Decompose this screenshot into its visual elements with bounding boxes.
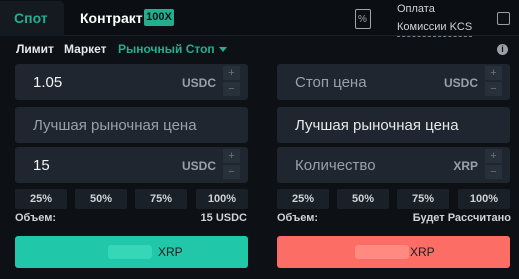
buy-button-label: XRP [158, 245, 183, 259]
sell-quantity-input[interactable]: Количество XRP + − [277, 147, 510, 183]
buy-price-input[interactable]: 1.05 USDC + − [15, 64, 248, 100]
buy-amount-input[interactable]: 15 USDC + − [15, 147, 248, 183]
sell-volume-label: Объем: [277, 212, 318, 224]
stepper-minus-button[interactable]: − [223, 82, 240, 96]
buy-price-unit: USDC [181, 76, 216, 90]
stop-price-placeholder: Стоп цена [295, 74, 367, 91]
order-type-limit[interactable]: Лимит [16, 42, 54, 56]
percent-calculator-icon[interactable]: % [355, 9, 371, 29]
kcs-fee-checkbox[interactable] [497, 12, 510, 25]
tab-contract[interactable]: Контракт [80, 10, 143, 26]
buy-amount-value: 15 [33, 157, 50, 174]
sell-market-price-text: Лучшая рыночная цена [295, 117, 459, 134]
buy-volume-value: 15 USDC [200, 212, 247, 224]
sell-percent-25[interactable]: 25% [277, 189, 329, 209]
buy-percent-50[interactable]: 50% [75, 189, 127, 209]
buy-price-value: 1.05 [33, 74, 63, 91]
buy-market-price-field: Лучшая рыночная цена [15, 107, 248, 143]
redacted-text [355, 245, 409, 259]
sell-percent-50[interactable]: 50% [337, 189, 389, 209]
buy-percent-100[interactable]: 100% [196, 189, 248, 209]
stepper-plus-button[interactable]: + [223, 149, 240, 163]
buy-volume-label: Объем: [15, 212, 56, 224]
sell-market-price-field: Лучшая рыночная цена [277, 107, 510, 143]
stepper-plus-button[interactable]: + [485, 149, 502, 163]
buy-market-price-text: Лучшая рыночная цена [33, 117, 197, 134]
stop-price-input[interactable]: Стоп цена USDC + − [277, 64, 510, 100]
buy-percent-25[interactable]: 25% [15, 189, 67, 209]
stepper-plus-button[interactable]: + [485, 66, 502, 80]
tab-spot[interactable]: Спот [0, 1, 64, 36]
stepper-minus-button[interactable]: − [485, 82, 502, 96]
order-type-market[interactable]: Маркет [64, 42, 107, 56]
buy-amount-stepper[interactable]: + − [223, 149, 240, 180]
sell-quantity-unit: XRP [453, 159, 478, 173]
chevron-down-icon[interactable] [219, 47, 227, 52]
sell-percent-75[interactable]: 75% [397, 189, 449, 209]
sell-percent-100[interactable]: 100% [458, 189, 510, 209]
kcs-fee-label[interactable]: Оплата Комиссии KCS [397, 0, 473, 37]
order-type-stop-market[interactable]: Рыночный Стоп [118, 42, 215, 56]
info-icon[interactable]: i [497, 44, 508, 55]
buy-amount-unit: USDC [181, 159, 216, 173]
buy-percent-75[interactable]: 75% [135, 189, 187, 209]
sell-button-label: XRP [410, 245, 435, 259]
sell-quantity-stepper[interactable]: + − [485, 149, 502, 180]
sell-button[interactable]: XRP [277, 236, 510, 268]
tab-spot-label: Спот [14, 10, 48, 26]
redacted-text [108, 245, 152, 259]
stop-price-unit: USDC [443, 76, 478, 90]
buy-price-stepper[interactable]: + − [223, 66, 240, 97]
sell-quantity-placeholder: Количество [295, 157, 376, 174]
stepper-plus-button[interactable]: + [223, 66, 240, 80]
stepper-minus-button[interactable]: − [485, 165, 502, 179]
buy-button[interactable]: XRP [15, 236, 248, 268]
sell-volume-value: Будет Рассчитано [412, 212, 511, 224]
fee-label-line1: Оплата [397, 3, 435, 15]
fee-label-line2: Комиссии KCS [397, 18, 473, 37]
stepper-minus-button[interactable]: − [223, 165, 240, 179]
leverage-badge: 100X [144, 9, 174, 26]
stop-price-stepper[interactable]: + − [485, 66, 502, 97]
